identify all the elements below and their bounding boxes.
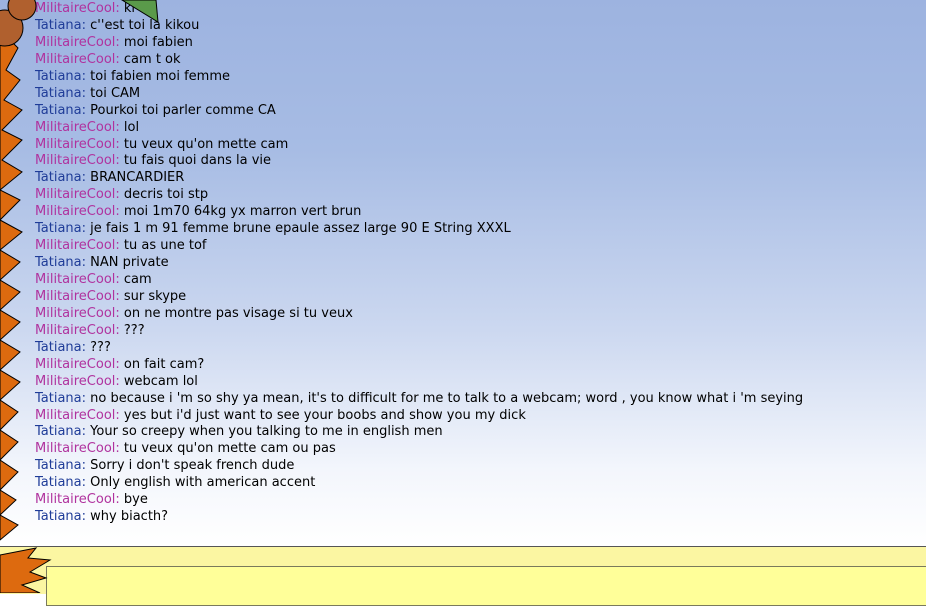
- message-text: cam t ok: [123, 51, 181, 67]
- nickname-separator: :: [115, 136, 124, 152]
- chat-message: MilitaireCool: on ne montre pas visage s…: [35, 306, 915, 323]
- message-text: ???: [90, 339, 111, 355]
- message-text: why biacth?: [90, 509, 169, 525]
- chat-message: Tatiana: ???: [35, 340, 915, 357]
- chat-message: Tatiana: Only english with american acce…: [35, 475, 915, 492]
- nickname-separator: :: [115, 153, 124, 169]
- nickname-separator: :: [81, 68, 91, 84]
- chat-message: MilitaireCool: moi fabien: [35, 35, 915, 52]
- message-text: on fait cam?: [123, 356, 205, 372]
- nickname-separator: :: [115, 204, 124, 220]
- nickname-separator: :: [115, 187, 124, 203]
- chat-message: MilitaireCool: tu veux qu'on mette cam: [35, 137, 915, 154]
- chat-message: Tatiana: Pourkoi toi parler comme CA: [35, 103, 915, 120]
- chat-message: MilitaireCool: lol: [35, 120, 915, 137]
- nickname-separator: :: [115, 407, 124, 423]
- chat-message: MilitaireCool: yes but i'd just want to …: [35, 408, 915, 425]
- chat-message: Tatiana: BRANCARDIER: [35, 170, 915, 187]
- chat-log[interactable]: MilitaireCool: ki t Tatiana: c''est toi l…: [0, 0, 926, 546]
- message-text: tu fais quoi dans la vie: [123, 153, 272, 169]
- nickname-separator: :: [115, 119, 124, 135]
- message-text: Pourkoi toi parler comme CA: [90, 102, 276, 118]
- message-text: tu as une tof: [123, 238, 207, 254]
- nickname-separator: :: [115, 322, 124, 338]
- chat-message: MilitaireCool: cam: [35, 272, 915, 289]
- message-text: toi CAM: [90, 85, 141, 101]
- nickname-separator: :: [115, 34, 124, 50]
- chat-message: Tatiana: no because i 'm so shy ya mean,…: [35, 391, 915, 408]
- palm-leaf-icon: [121, 0, 159, 23]
- message-text: ???: [123, 322, 145, 338]
- chat-message: Tatiana: je fais 1 m 91 femme brune epau…: [35, 221, 915, 238]
- nickname-separator: :: [81, 85, 91, 101]
- chat-message: Tatiana: Your so creepy when you talking…: [35, 424, 915, 441]
- palm-trunk: [0, 39, 52, 593]
- nickname-separator: :: [81, 102, 91, 118]
- message-text: sur skype: [123, 288, 187, 304]
- message-text: lol: [123, 119, 140, 135]
- message-text: moi 1m70 64kg yx marron vert brun: [123, 204, 362, 220]
- nickname-separator: :: [115, 238, 124, 254]
- message-text: bye: [123, 492, 148, 508]
- chat-message: Tatiana: NAN private: [35, 255, 915, 272]
- message-text: Sorry i don't speak french dude: [90, 458, 295, 474]
- nickname-separator: :: [81, 475, 91, 491]
- nickname-separator: :: [115, 51, 124, 67]
- message-text: NAN private: [90, 255, 169, 271]
- nickname-separator: :: [115, 373, 124, 389]
- chat-message: MilitaireCool: sur skype: [35, 289, 915, 306]
- chat-message: MilitaireCool: webcam lol: [35, 374, 915, 391]
- chat-message: MilitaireCool: tu as une tof: [35, 238, 915, 255]
- chat-message: MilitaireCool: cam t ok: [35, 52, 915, 69]
- nickname-separator: :: [115, 305, 124, 321]
- message-text: cam: [123, 272, 152, 287]
- nickname-separator: :: [81, 339, 91, 355]
- message-text: moi fabien: [123, 34, 193, 50]
- chat-message: Tatiana: c''est toi la kikou: [35, 18, 915, 35]
- input-bar: [0, 546, 926, 606]
- message-text: Only english with american accent: [90, 475, 316, 491]
- message-text: decris toi stp: [123, 187, 209, 203]
- nickname-separator: :: [81, 170, 91, 186]
- message-list: MilitaireCool: ki t Tatiana: c''est toi l…: [35, 1, 915, 526]
- nickname-separator: :: [81, 424, 91, 440]
- nickname-separator: :: [81, 458, 91, 474]
- nickname-separator: :: [81, 509, 91, 525]
- nickname-separator: :: [81, 255, 91, 271]
- nickname-separator: :: [115, 288, 124, 304]
- chat-message: Tatiana: toi CAM: [35, 86, 915, 103]
- chat-message: MilitaireCool: bye: [35, 492, 915, 509]
- coconut-icon: [0, 0, 37, 47]
- message-text: on ne montre pas visage si tu veux: [123, 305, 353, 321]
- message-text: yes but i'd just want to see your boobs …: [123, 407, 526, 423]
- message-text: tu veux qu'on mette cam ou pas: [123, 441, 336, 457]
- nickname-separator: :: [81, 17, 91, 33]
- chat-message: MilitaireCool: moi 1m70 64kg yx marron v…: [35, 204, 915, 221]
- message-text: tu veux qu'on mette cam: [123, 136, 289, 152]
- message-text: Your so creepy when you talking to me in…: [90, 424, 443, 440]
- nickname-separator: :: [81, 390, 91, 406]
- chat-message: Tatiana: Sorry i don't speak french dude: [35, 458, 915, 475]
- palm-tree-decoration: [0, 0, 52, 593]
- nickname-separator: :: [81, 221, 91, 237]
- chat-message: MilitaireCool: on fait cam?: [35, 357, 915, 374]
- message-text: BRANCARDIER: [90, 170, 185, 186]
- chat-message: MilitaireCool: ki t: [35, 1, 915, 18]
- chat-message: MilitaireCool: ???: [35, 323, 915, 340]
- nickname-separator: :: [115, 356, 124, 372]
- message-text: je fais 1 m 91 femme brune epaule assez …: [90, 221, 511, 237]
- nickname-separator: :: [115, 441, 124, 457]
- message-text: webcam lol: [123, 373, 198, 389]
- chat-message: MilitaireCool: decris toi stp: [35, 187, 915, 204]
- nickname-separator: :: [115, 492, 124, 508]
- chat-message: MilitaireCool: tu fais quoi dans la vie: [35, 153, 915, 170]
- chat-message: Tatiana: why biacth?: [35, 509, 915, 526]
- nickname-separator: :: [115, 272, 124, 287]
- message-text: no because i 'm so shy ya mean, it's to …: [90, 390, 804, 406]
- chat-message: MilitaireCool: tu veux qu'on mette cam o…: [35, 441, 915, 458]
- message-text: toi fabien moi femme: [90, 68, 230, 84]
- chat-message: Tatiana: toi fabien moi femme: [35, 69, 915, 86]
- message-input[interactable]: [46, 566, 926, 606]
